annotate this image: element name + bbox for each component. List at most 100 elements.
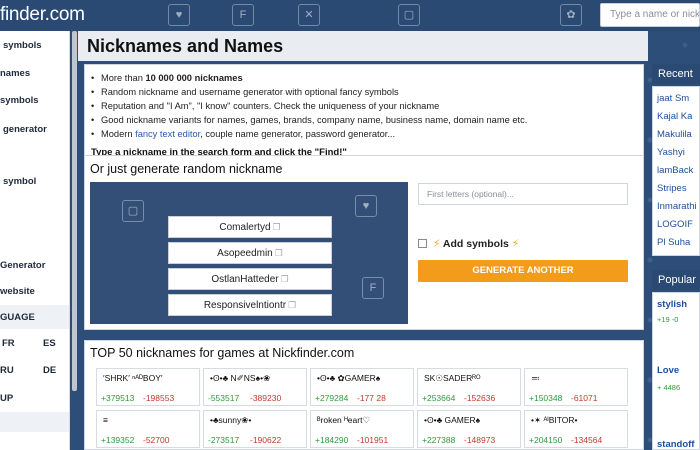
feature-item: Random nickname and username generator w… <box>91 87 399 97</box>
sidebar-item-symbols[interactable]: symbols <box>3 40 42 51</box>
recent-item[interactable]: LOGOIF <box>657 219 693 230</box>
lightning-icon: ⚡ <box>511 238 520 250</box>
upvote-count[interactable]: +150348 <box>529 393 562 403</box>
downvote-count[interactable]: -177 28 <box>357 393 386 403</box>
downvote-count[interactable]: -389230 <box>250 393 281 403</box>
nickname-card[interactable]: •ʘ•♣ ✿GAMER♠ +279284 -177 28 <box>310 368 414 406</box>
popular-item-name[interactable]: Love <box>657 365 679 376</box>
nickname-name: •ʘ•♣ ✿GAMER♠ <box>317 373 381 383</box>
upvote-count[interactable]: +279284 <box>315 393 348 403</box>
upvote-count[interactable]: +184290 <box>315 435 348 445</box>
nickname-text: Asopeedmin <box>217 248 273 259</box>
downvote-count[interactable]: -101951 <box>357 435 388 445</box>
downvote-count[interactable]: -152636 <box>464 393 495 403</box>
popular-list: stylish +19 -0 Love + 4486 standoff <box>652 292 700 450</box>
sidebar-item-symbol[interactable]: symbol <box>3 176 36 187</box>
feature-item: Good nickname variants for names, games,… <box>91 115 528 125</box>
downvote-count[interactable]: -61071 <box>571 393 597 403</box>
sidebar-item-names[interactable]: names <box>0 68 30 79</box>
generated-nickname[interactable]: Asopeedmin ❐ <box>168 242 332 264</box>
recent-item[interactable]: lamBack <box>657 165 693 176</box>
downvote-count[interactable]: -190622 <box>250 435 281 445</box>
recent-item[interactable]: jaat Sm <box>657 93 689 104</box>
search-input[interactable]: Type a name or nickna <box>600 3 700 27</box>
recent-list: jaat Sm Kajal Ka Makulila Yashyi lamBack… <box>652 86 700 256</box>
first-letters-input[interactable]: First letters (optional)... <box>418 183 628 205</box>
nickname-text: Responsivelntiontr <box>203 300 287 311</box>
nickname-name: ≡ <box>103 415 108 425</box>
recent-item[interactable]: Stripes <box>657 183 687 194</box>
nickname-card[interactable]: ′SHRK′ ⁿᴬᴰBOY′ +379513 -198553 <box>96 368 200 406</box>
feature-text: Random nickname and username generator w… <box>101 87 399 97</box>
generated-nickname[interactable]: OstlanHatteder ❐ <box>168 268 332 290</box>
sidebar-item-name-generator[interactable]: Generator <box>0 260 45 271</box>
nickname-name: ′SHRK′ ⁿᴬᴰBOY′ <box>103 373 163 383</box>
nickname-text: Comalertyd <box>219 222 271 233</box>
sidebar-item-website[interactable]: website <box>0 286 35 297</box>
nickname-card[interactable]: •✶ ᴬᴵBITOR• +204150 -134564 <box>524 410 628 448</box>
nickname-card[interactable]: ≡ +139352 -52700 <box>96 410 200 448</box>
site-logo[interactable]: finder.com <box>0 4 85 26</box>
fancy-text-editor-link[interactable]: fancy text editor <box>135 129 200 139</box>
upvote-count[interactable]: -273517 <box>208 435 239 445</box>
nickname-name: SK☉SADERᴿᴼ <box>424 373 481 383</box>
nickname-card[interactable]: •♣sunny❀• -273517 -190622 <box>203 410 307 448</box>
copy-icon[interactable]: ❐ <box>275 248 283 258</box>
downvote-count[interactable]: -148973 <box>464 435 495 445</box>
recent-item[interactable]: Yashyi <box>657 147 685 158</box>
feature-text: Modern <box>101 129 136 139</box>
nickname-card[interactable]: •ʘ•♣ N✐NS♠•❀ -553517 -389230 <box>203 368 307 406</box>
upvote-count[interactable]: +204150 <box>529 435 562 445</box>
upvote-count[interactable]: +139352 <box>101 435 134 445</box>
recent-header: Recent <box>652 64 700 84</box>
upvote-count[interactable]: +227388 <box>422 435 455 445</box>
top50-title: TOP 50 nicknames for games at Nickfinder… <box>90 346 355 360</box>
popular-item-votes: + 4486 <box>657 383 681 392</box>
sidebar-scrollbar[interactable] <box>72 31 77 391</box>
nickname-card[interactable]: ≕ +150348 -61071 <box>524 368 628 406</box>
nickname-card[interactable]: •ʘ•♣ GAMER♠ +227388 -148973 <box>417 410 521 448</box>
page-title: Nicknames and Names <box>87 36 284 56</box>
sidebar-footer-band <box>0 412 69 432</box>
recent-item[interactable]: Makulila <box>657 129 692 140</box>
nickname-card[interactable]: ᴮroken ᴴeart♡ +184290 -101951 <box>310 410 414 448</box>
generated-nickname[interactable]: Responsivelntiontr ❐ <box>168 294 332 316</box>
downvote-count[interactable]: -52700 <box>143 435 169 445</box>
generator-title: Or just generate random nickname <box>90 162 283 176</box>
sidebar-item-generator[interactable]: generator <box>3 124 47 135</box>
language-fr[interactable]: FR <box>2 338 15 349</box>
downvote-count[interactable]: -134564 <box>571 435 602 445</box>
nickname-name: •✶ ᴬᴵBITOR• <box>531 415 578 425</box>
add-symbols-label: Add symbols <box>442 238 509 250</box>
add-symbols-toggle[interactable]: ⚡ Add symbols ⚡ <box>418 238 519 250</box>
generated-nickname[interactable]: Comalertyd ❐ <box>168 216 332 238</box>
popular-item-name[interactable]: standoff <box>657 439 694 449</box>
upvote-count[interactable]: +253664 <box>422 393 455 403</box>
pattern-f-icon: F <box>232 4 254 26</box>
pattern-square-icon: ▢ <box>398 4 420 26</box>
popular-item-name[interactable]: stylish <box>657 299 687 310</box>
add-symbols-checkbox[interactable] <box>418 239 427 248</box>
pattern-heart-icon: ♥ <box>355 195 377 217</box>
nickname-name: ≕ <box>531 373 540 383</box>
copy-icon[interactable]: ❐ <box>273 222 281 232</box>
pattern-cross-icon: ✕ <box>298 4 320 26</box>
sidebar-item-symbols-2[interactable]: symbols <box>0 95 39 106</box>
upvote-count[interactable]: -553517 <box>208 393 239 403</box>
nickname-name: •♣sunny❀• <box>210 415 252 425</box>
recent-item[interactable]: Pl Suha <box>657 237 690 248</box>
nickname-card[interactable]: SK☉SADERᴿᴼ +253664 -152636 <box>417 368 521 406</box>
generate-another-button[interactable]: GENERATE ANOTHER <box>418 260 628 282</box>
feature-text: Good nickname variants for names, games,… <box>101 115 528 125</box>
language-up[interactable]: UP <box>0 393 13 404</box>
language-ru[interactable]: RU <box>0 365 14 376</box>
upvote-count[interactable]: +379513 <box>101 393 134 403</box>
pattern-f-icon: F <box>362 277 384 299</box>
language-es[interactable]: ES <box>43 338 56 349</box>
downvote-count[interactable]: -198553 <box>143 393 174 403</box>
recent-item[interactable]: Kajal Ka <box>657 111 692 122</box>
copy-icon[interactable]: ❐ <box>288 300 296 310</box>
copy-icon[interactable]: ❐ <box>281 274 289 284</box>
recent-item[interactable]: Inmarathi <box>657 201 697 212</box>
language-de[interactable]: DE <box>43 365 56 376</box>
